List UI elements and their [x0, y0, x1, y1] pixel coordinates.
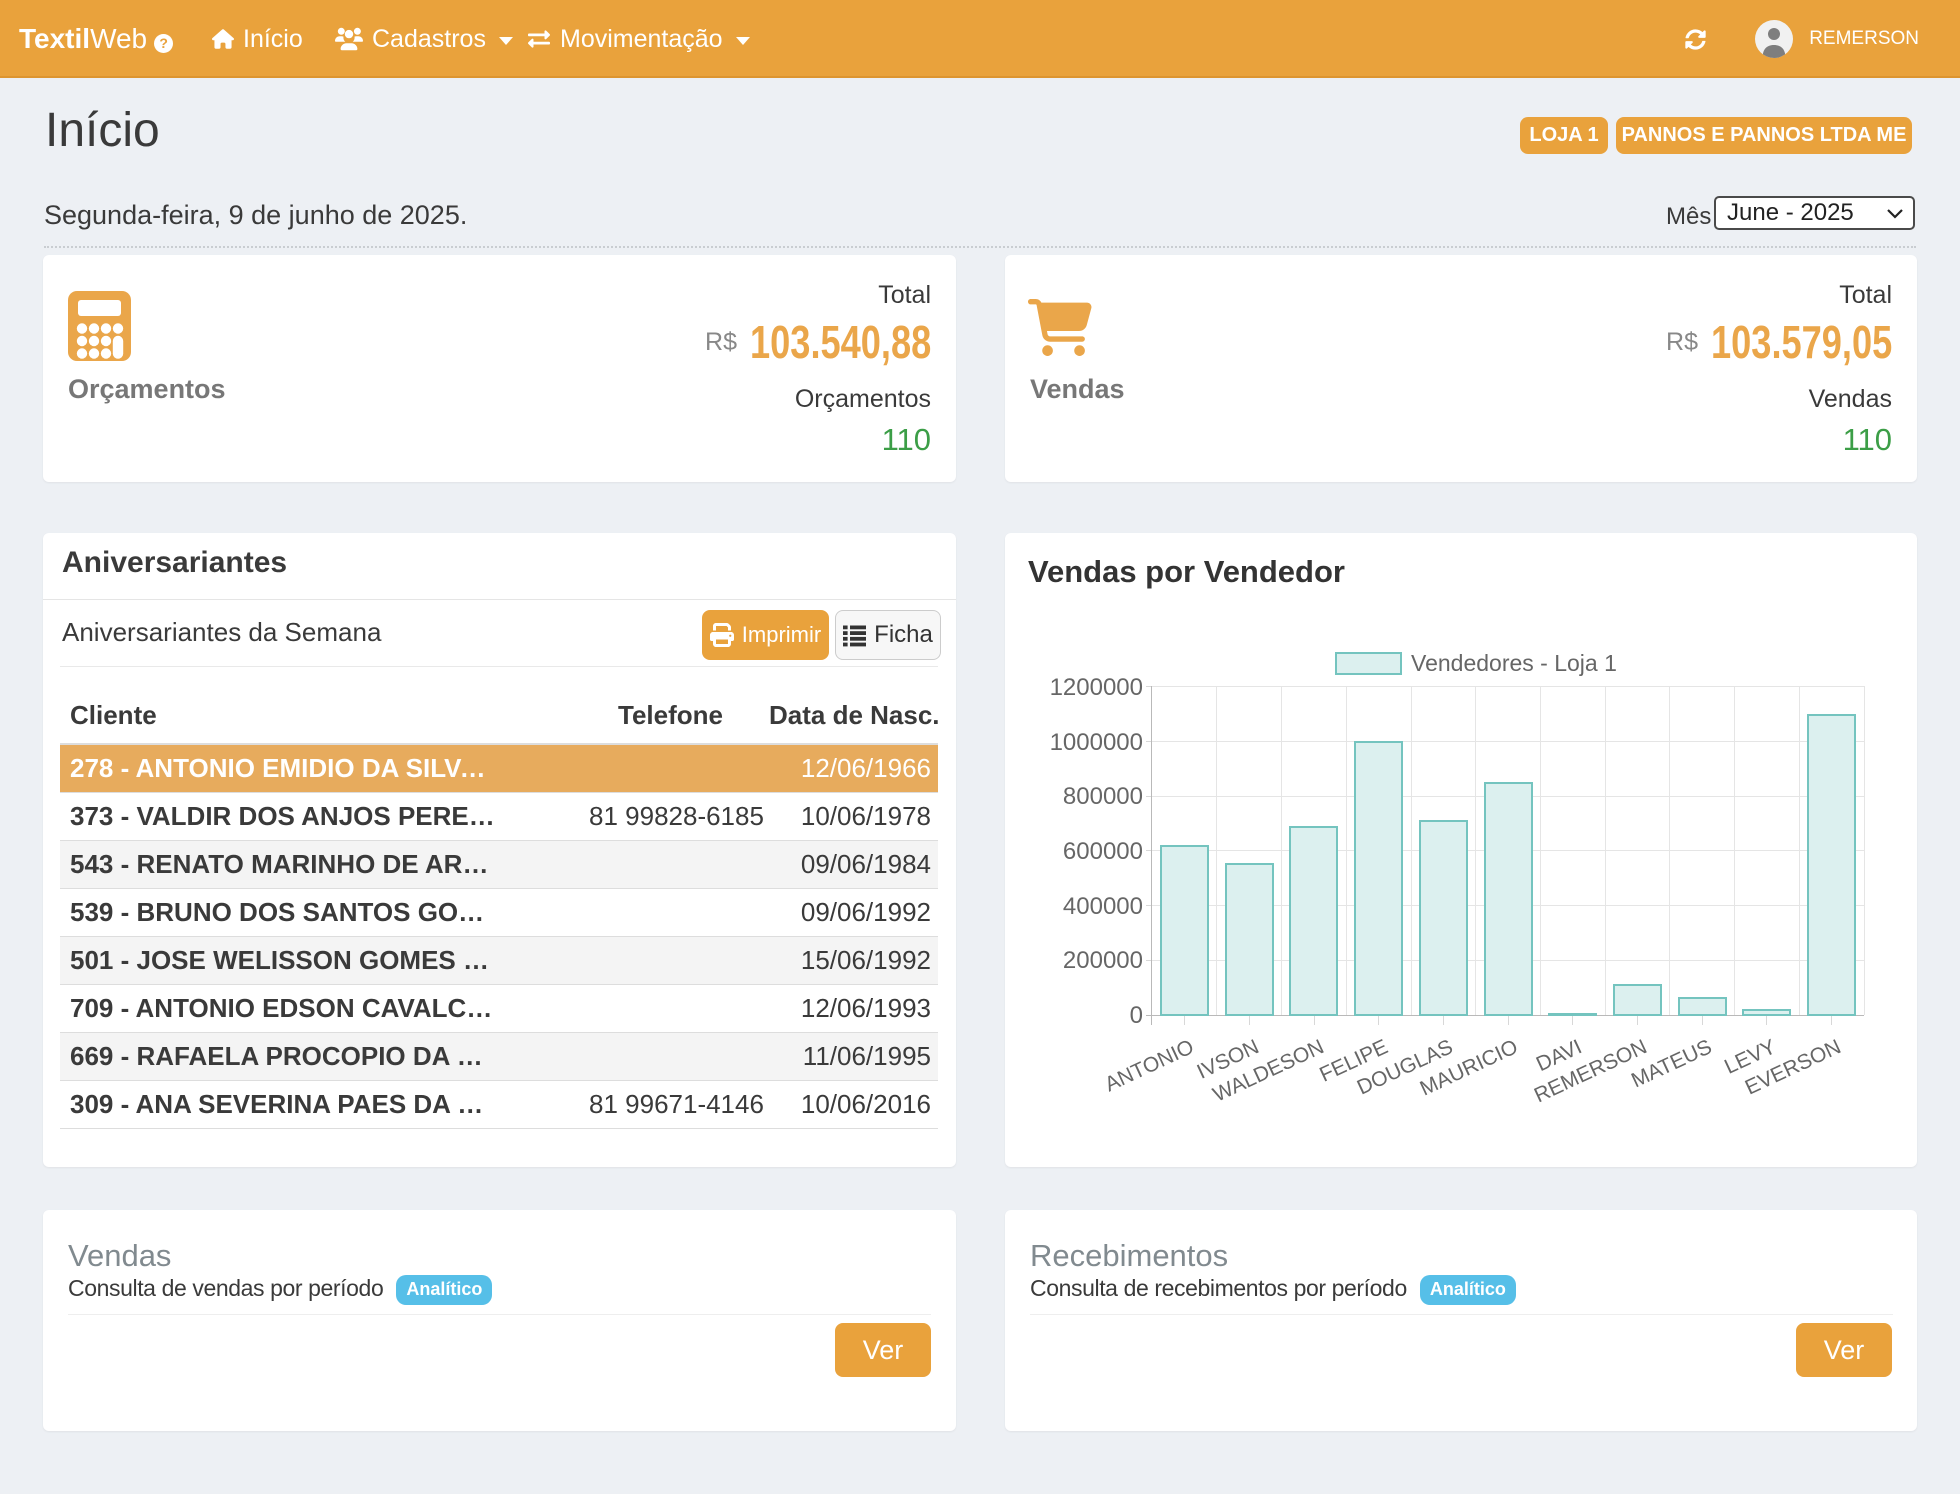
- svg-text:800000: 800000: [1063, 783, 1143, 810]
- svg-text:1200000: 1200000: [1050, 674, 1143, 701]
- svg-text:200000: 200000: [1063, 947, 1143, 974]
- svg-text:0: 0: [1130, 1002, 1143, 1029]
- svg-text:400000: 400000: [1063, 893, 1143, 920]
- svg-text:ANTONIO: ANTONIO: [1101, 1035, 1197, 1096]
- svg-text:Vendedores - Loja 1: Vendedores - Loja 1: [1411, 650, 1617, 676]
- svg-text:1000000: 1000000: [1050, 729, 1143, 756]
- svg-text:600000: 600000: [1063, 838, 1143, 865]
